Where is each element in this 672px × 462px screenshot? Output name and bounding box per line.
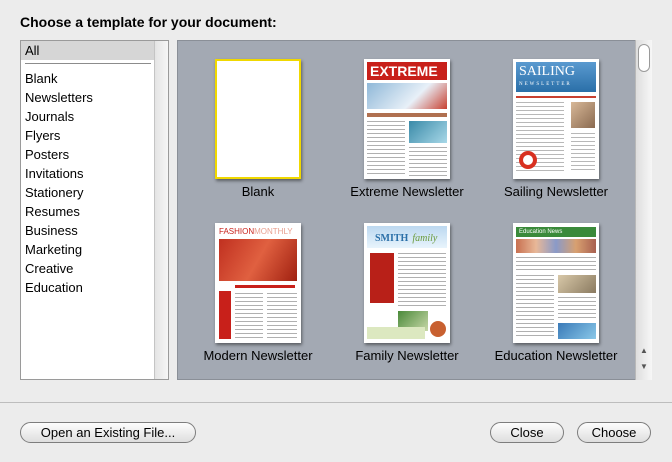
template-label: Modern Newsletter bbox=[203, 348, 313, 363]
category-item-flyers[interactable]: Flyers bbox=[25, 126, 93, 145]
masthead: SMITH family bbox=[367, 226, 447, 248]
scroll-down-arrow-icon[interactable]: ▼ bbox=[639, 362, 649, 371]
category-item-posters[interactable]: Posters bbox=[25, 145, 93, 164]
photo-image bbox=[409, 121, 447, 143]
close-button[interactable]: Close bbox=[490, 422, 564, 443]
template-thumbnail-extreme[interactable]: EXTREME bbox=[364, 59, 450, 179]
template-education-newsletter[interactable]: Education News Education Newsletter bbox=[481, 223, 631, 363]
category-list[interactable]: All Blank Newsletters Journals Flyers Po… bbox=[20, 40, 169, 380]
photo-image bbox=[571, 102, 595, 128]
photo-image bbox=[558, 323, 596, 339]
template-thumbnail-sailing[interactable]: SAILING NEWSLETTER bbox=[513, 59, 599, 179]
template-label: Sailing Newsletter bbox=[503, 184, 609, 199]
category-item-journals[interactable]: Journals bbox=[25, 107, 93, 126]
template-thumbnail-blank[interactable] bbox=[215, 59, 301, 179]
photo-image bbox=[219, 239, 297, 281]
template-label: Education Newsletter bbox=[494, 348, 618, 363]
photo-image bbox=[367, 83, 447, 109]
dialog-title: Choose a template for your document: bbox=[20, 14, 277, 30]
template-thumbnail-modern[interactable]: FASHIONMONTHLY bbox=[215, 223, 301, 343]
masthead: SAILING NEWSLETTER bbox=[516, 62, 596, 92]
category-scrollbar[interactable] bbox=[154, 41, 168, 379]
template-modern-newsletter[interactable]: FASHIONMONTHLY Modern Newsletter bbox=[183, 223, 333, 363]
template-blank[interactable]: Blank bbox=[183, 59, 333, 199]
template-label: Blank bbox=[241, 184, 275, 199]
masthead: EXTREME bbox=[367, 62, 447, 80]
masthead: FASHIONMONTHLY bbox=[219, 227, 293, 236]
choose-button[interactable]: Choose bbox=[577, 422, 651, 443]
category-item-marketing[interactable]: Marketing bbox=[25, 240, 93, 259]
scroll-up-arrow-icon[interactable]: ▲ bbox=[639, 346, 649, 355]
photo-image bbox=[558, 275, 596, 293]
category-item-invitations[interactable]: Invitations bbox=[25, 164, 93, 183]
template-thumbnail-family[interactable]: SMITH family bbox=[364, 223, 450, 343]
category-separator bbox=[25, 63, 151, 64]
scrollbar-thumb[interactable] bbox=[638, 44, 650, 72]
photo-image bbox=[370, 253, 394, 303]
template-extreme-newsletter[interactable]: EXTREME Extreme Newsletter bbox=[332, 59, 482, 199]
category-item-creative[interactable]: Creative bbox=[25, 259, 93, 278]
category-item-newsletters[interactable]: Newsletters bbox=[25, 88, 93, 107]
footer-separator bbox=[0, 402, 672, 403]
masthead: Education News bbox=[516, 227, 596, 237]
template-family-newsletter[interactable]: SMITH family Family Newsletter bbox=[332, 223, 482, 363]
category-item-resumes[interactable]: Resumes bbox=[25, 202, 93, 221]
category-item-business[interactable]: Business bbox=[25, 221, 93, 240]
category-item-blank[interactable]: Blank bbox=[25, 69, 93, 88]
template-sailing-newsletter[interactable]: SAILING NEWSLETTER Sailing Newsletter bbox=[481, 59, 631, 199]
template-thumbnail-education[interactable]: Education News bbox=[513, 223, 599, 343]
template-grid: Blank EXTREME Extreme Newsletter SAILING… bbox=[177, 40, 652, 380]
template-grid-scrollbar[interactable]: ▲ ▼ bbox=[635, 40, 652, 380]
template-label: Extreme Newsletter bbox=[350, 184, 464, 199]
life-ring-icon bbox=[519, 151, 537, 169]
category-item-stationery[interactable]: Stationery bbox=[25, 183, 93, 202]
badge-icon bbox=[430, 321, 446, 337]
category-item-all[interactable]: All bbox=[21, 41, 155, 60]
photo-image bbox=[516, 239, 596, 253]
open-existing-file-button[interactable]: Open an Existing File... bbox=[20, 422, 196, 443]
category-item-education[interactable]: Education bbox=[25, 278, 93, 297]
template-label: Family Newsletter bbox=[355, 348, 459, 363]
